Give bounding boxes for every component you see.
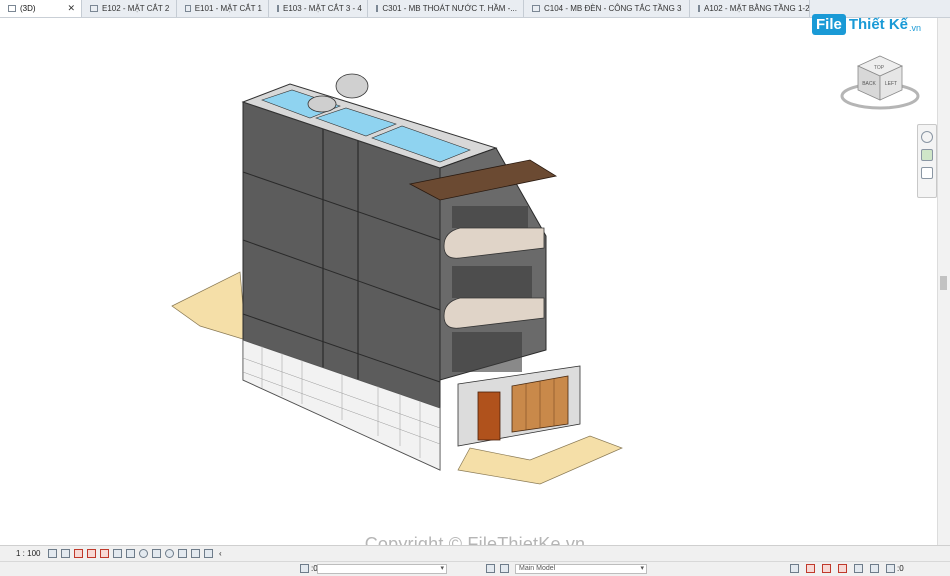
ground-slab-left [171,271,247,341]
filter-count: :0 [897,564,904,573]
plan-view-icon [376,5,379,12]
drag-elements-icon[interactable] [854,564,863,573]
tab-e102[interactable]: E102 - MẶT CẮT 2 [82,0,177,17]
solar-heater [307,95,337,113]
water-tank [335,73,369,99]
select-underlay-icon[interactable] [806,564,815,573]
select-by-face-icon[interactable] [838,564,847,573]
tab-label: C104 - MB ĐÈN - CÔNG TẮC TẦNG 3 [544,4,682,13]
section-view-icon [185,5,191,12]
design-option-selector[interactable]: Main Model ▾ [515,564,647,574]
view-scale[interactable]: 1 : 100 [0,549,48,558]
temporary-hide-icon[interactable] [152,549,161,558]
ground-slab-front [457,435,623,485]
tab-c301[interactable]: C301 - MB THOÁT NƯỚC T. HẦM -... [368,0,524,17]
more-controls-arrow[interactable]: ‹ [219,549,222,558]
3d-viewport[interactable] [0,18,938,545]
3d-view-icon [8,5,16,12]
viewcube[interactable]: TOP BACK LEFT [838,50,922,114]
select-pinned-icon[interactable] [822,564,831,573]
chevron-down-icon: ▾ [640,565,644,572]
tab-label: E102 - MẶT CẮT 2 [102,4,170,13]
section-view-icon [90,5,98,12]
status-bar: :0 ▾ Main Model ▾ :0 [0,561,950,576]
plan-view-icon [532,5,540,12]
detail-level-icon[interactable] [48,549,57,558]
rendering-icon[interactable] [100,549,109,558]
plan-view-icon [698,5,700,12]
background-processes-icon[interactable] [870,564,879,573]
navbar-dropdown-icon[interactable] [921,167,933,179]
building-3d-model[interactable] [0,18,938,545]
zoom-region-icon[interactable] [921,149,933,161]
shadows-icon[interactable] [87,549,96,558]
scrollbar-thumb[interactable] [940,276,947,290]
viewcube-back-face: BACK [862,81,876,87]
tab-label: E101 - MẶT CẮT 1 [194,4,262,13]
tab-label: A102 - MẶT BẰNG TẦNG 1-2 [704,4,810,13]
section-view-icon [277,5,279,12]
viewcube-top-face: TOP [874,65,885,71]
tab-e101[interactable]: E101 - MẶT CẮT 1 [177,0,269,17]
view-control-bar: 1 : 100 ‹ [0,545,950,561]
show-crop-icon[interactable] [126,549,135,558]
tab-a102[interactable]: A102 - MẶT BẰNG TẦNG 1-2 [690,0,810,17]
chevron-down-icon: ▾ [440,565,444,572]
visual-style-icon[interactable] [61,549,70,558]
navigation-bar [917,124,937,198]
crop-view-icon[interactable] [113,549,122,558]
viewcube-left-face: LEFT [885,81,897,87]
worksharing-display-icon[interactable] [178,549,187,558]
select-links-icon[interactable] [790,564,799,573]
tab-3d-view[interactable]: (3D) ✕ [0,0,82,17]
lock-view-icon[interactable] [139,549,148,558]
view-tab-bar: (3D) ✕ E102 - MẶT CẮT 2 E101 - MẶT CẮT 1… [0,0,950,18]
tab-label: E103 - MẶT CẮT 3 - 4 [283,4,362,13]
tab-label: C301 - MB THOÁT NƯỚC T. HẦM -... [382,4,517,13]
steering-wheel-icon[interactable] [921,131,933,143]
design-options-icon[interactable] [486,564,495,573]
analytical-model-icon[interactable] [191,549,200,558]
close-tab-icon[interactable]: ✕ [61,0,75,17]
worksets-icon[interactable] [300,564,309,573]
workset-selector[interactable]: ▾ [317,564,447,574]
site-logo: File Thiết Kế .vn [812,14,921,35]
highlight-displacement-icon[interactable] [204,549,213,558]
reveal-hidden-icon[interactable] [165,549,174,558]
vertical-scrollbar[interactable] [937,18,950,545]
filter-icon[interactable] [886,564,895,573]
editable-only-icon[interactable] [500,564,509,573]
entry-door [477,391,501,441]
sun-path-icon[interactable] [74,549,83,558]
tab-c104[interactable]: C104 - MB ĐÈN - CÔNG TẮC TẦNG 3 [524,0,690,17]
tab-label: (3D) [20,4,36,13]
tab-e103[interactable]: E103 - MẶT CẮT 3 - 4 [269,0,368,17]
